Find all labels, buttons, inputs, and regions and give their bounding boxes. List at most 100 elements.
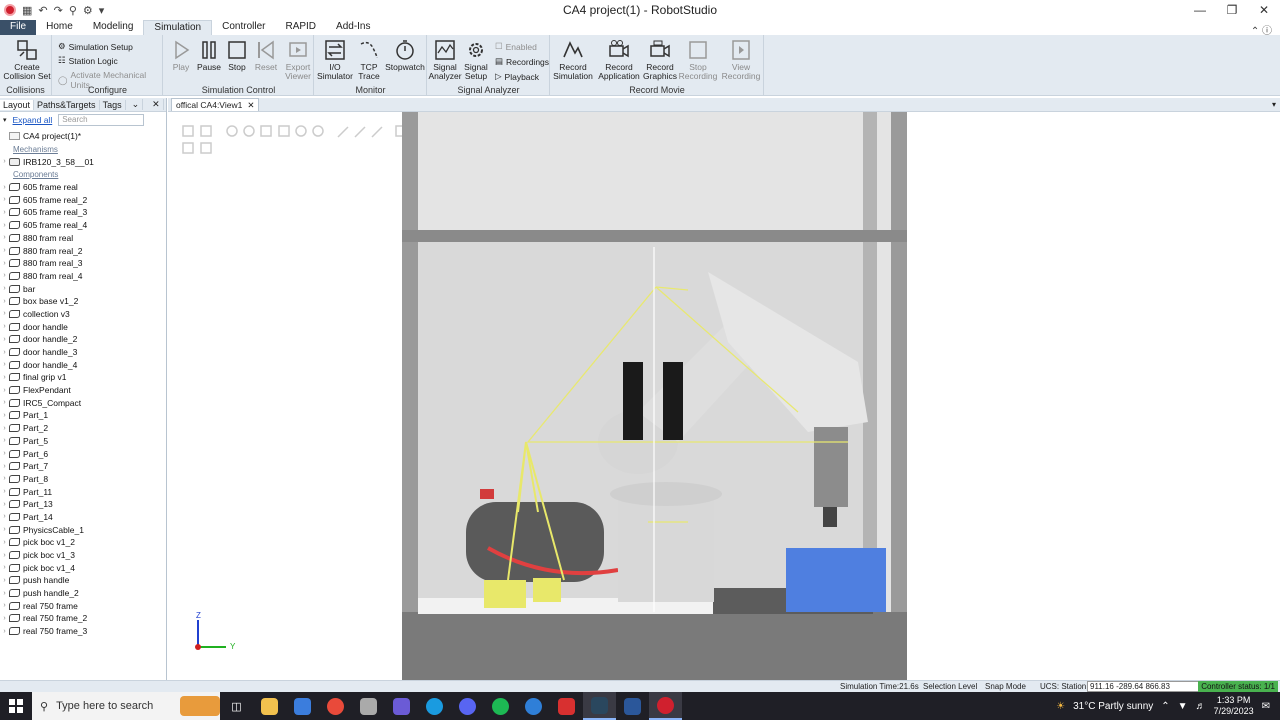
word-icon[interactable] — [616, 692, 649, 720]
tree-item-component[interactable]: › bar — [0, 282, 166, 295]
expand-arrow-icon[interactable]: › — [0, 272, 9, 279]
tree-item-component[interactable]: › push handle — [0, 574, 166, 587]
weather-icon[interactable]: ☀ — [1056, 701, 1065, 712]
tree-item-component[interactable]: › final grip v1 — [0, 371, 166, 384]
tree-item-component[interactable]: › Part_8 — [0, 473, 166, 486]
task-view-icon[interactable]: ◫ — [220, 692, 253, 720]
signal-setup-button[interactable]: Signal Setup — [461, 39, 491, 81]
tree-item-component[interactable]: › Part_6 — [0, 447, 166, 460]
graphics-tools-icon[interactable]: ⚙ — [83, 4, 93, 17]
expand-arrow-icon[interactable]: › — [0, 234, 9, 241]
microsoft-store-icon[interactable] — [286, 692, 319, 720]
export-viewer-button[interactable]: Export Viewer — [283, 39, 313, 81]
tab-add-ins[interactable]: Add-Ins — [326, 20, 380, 35]
tree-item-component[interactable]: › Part_5 — [0, 435, 166, 448]
windows-start-icon[interactable] — [0, 692, 32, 720]
restore-icon[interactable]: ❐ — [1216, 0, 1248, 20]
view-menu-icon[interactable]: ▾ — [1272, 100, 1276, 109]
robotstudio-logo-icon[interactable] — [4, 4, 16, 16]
app-icon-gray[interactable] — [352, 692, 385, 720]
spotify-icon[interactable] — [484, 692, 517, 720]
file-explorer-icon[interactable] — [253, 692, 286, 720]
expand-arrow-icon[interactable]: › — [0, 298, 9, 305]
tree-item-component[interactable]: › real 750 frame_2 — [0, 612, 166, 625]
expand-arrow-icon[interactable]: › — [0, 399, 9, 406]
app-icon-discord[interactable] — [451, 692, 484, 720]
tree-item-component[interactable]: › pick boc v1_3 — [0, 549, 166, 562]
enabled-checkbox[interactable]: ☐ Enabled — [495, 41, 537, 52]
stop-button[interactable]: Stop — [224, 39, 250, 72]
tree-item-component[interactable]: › 880 fram real_4 — [0, 270, 166, 283]
snap-mode-dropdown[interactable]: Snap Mode — [985, 682, 1026, 691]
tree-item-component[interactable]: › 605 frame real_2 — [0, 193, 166, 206]
expand-arrow-icon[interactable]: › — [0, 602, 9, 609]
zoom-icon[interactable]: ⚲ — [69, 4, 77, 17]
app-icon-purple[interactable] — [385, 692, 418, 720]
expand-arrow-icon[interactable]: › — [0, 310, 9, 317]
expand-arrow-icon[interactable]: › — [0, 437, 9, 444]
expand-arrow-icon[interactable]: › — [0, 463, 9, 470]
tray-overflow-icon[interactable]: ⌃ — [1161, 701, 1169, 712]
record-simulation-button[interactable]: Record Simulation — [553, 39, 593, 81]
clock[interactable]: 1:33 PM 7/29/2023 — [1214, 695, 1254, 717]
expand-arrow-icon[interactable]: › — [0, 501, 9, 508]
tab-paths-targets[interactable]: Paths&Targets — [34, 99, 100, 110]
expand-arrow-icon[interactable]: › — [0, 196, 9, 203]
expand-arrow-icon[interactable]: › — [0, 336, 9, 343]
expand-arrow-icon[interactable]: › — [0, 590, 9, 597]
expand-arrow-icon[interactable]: › — [0, 513, 9, 520]
weather-text[interactable]: 31°C Partly sunny — [1073, 701, 1153, 712]
tree-item-component[interactable]: › door handle_3 — [0, 346, 166, 359]
expand-arrow-icon[interactable]: › — [0, 361, 9, 368]
chrome-icon[interactable] — [319, 692, 352, 720]
tree-item-component[interactable]: › Part_1 — [0, 409, 166, 422]
expand-arrow-icon[interactable]: › — [0, 539, 9, 546]
network-icon[interactable]: ▼ — [1178, 701, 1188, 712]
tab-view1[interactable]: offical CA4:View1 ✕ — [171, 98, 260, 111]
expand-all-link[interactable]: Expand all — [13, 115, 53, 125]
expand-arrow-icon[interactable]: › — [0, 349, 9, 356]
tree-item-component[interactable]: › Part_13 — [0, 498, 166, 511]
station-logic-button[interactable]: ☷ Station Logic — [58, 55, 118, 66]
signal-analyzer-button[interactable]: Signal Analyzer — [428, 39, 462, 81]
save-icon[interactable]: ▦ — [22, 4, 32, 17]
steam-icon[interactable] — [583, 692, 616, 720]
expand-arrow-icon[interactable]: › — [0, 285, 9, 292]
stopwatch-button[interactable]: Stopwatch — [385, 39, 425, 72]
tab-file[interactable]: File — [0, 20, 37, 35]
expand-arrow-icon[interactable]: › — [0, 577, 9, 584]
create-collision-set-button[interactable]: Create Collision Set — [3, 39, 51, 81]
tab-modeling[interactable]: Modeling — [83, 20, 144, 35]
tree-item-mechanism[interactable]: › IRB120_3_58__01 — [0, 155, 166, 168]
tree-item-component[interactable]: › push handle_2 — [0, 587, 166, 600]
tab-rapid[interactable]: RAPID — [275, 20, 326, 35]
playback-button[interactable]: ▷ Playback — [495, 71, 539, 82]
expand-arrow-icon[interactable]: › — [0, 323, 9, 330]
expand-arrow-icon[interactable]: › — [0, 222, 9, 229]
search-input[interactable]: Search — [58, 114, 145, 126]
tab-simulation[interactable]: Simulation — [143, 20, 213, 35]
stop-recording-button[interactable]: Stop Recording — [679, 39, 717, 81]
tree-item-component[interactable]: › real 750 frame — [0, 599, 166, 612]
tree-item-component[interactable]: › door handle_4 — [0, 358, 166, 371]
view-recording-button[interactable]: View Recording — [721, 39, 761, 81]
expand-arrow-icon[interactable]: › — [0, 209, 9, 216]
tree-item-component[interactable]: › PhysicsCable_1 — [0, 523, 166, 536]
expand-arrow-icon[interactable]: › — [0, 628, 9, 635]
expand-arrow-icon[interactable]: › — [0, 260, 9, 267]
tab-tags[interactable]: Tags — [100, 99, 126, 110]
taskbar-search-input[interactable]: ⚲ Type here to search — [32, 692, 220, 720]
expand-arrow-icon[interactable]: › — [0, 412, 9, 419]
reset-button[interactable]: Reset — [253, 39, 279, 72]
app-icon-red[interactable] — [550, 692, 583, 720]
pause-button[interactable]: Pause — [196, 39, 222, 72]
tree-item-component[interactable]: › real 750 frame_3 — [0, 625, 166, 638]
tree-item-component[interactable]: › Part_11 — [0, 485, 166, 498]
tree-item-component[interactable]: › box base v1_2 — [0, 295, 166, 308]
3d-viewport[interactable]: Z Y — [168, 112, 1280, 680]
expand-arrow-icon[interactable]: › — [0, 475, 9, 482]
record-application-button[interactable]: Record Application — [597, 39, 641, 81]
expand-arrow-icon[interactable]: › — [0, 526, 9, 533]
tree-item-component[interactable]: › Part_14 — [0, 511, 166, 524]
tree-item-component[interactable]: › 880 fram real_2 — [0, 244, 166, 257]
